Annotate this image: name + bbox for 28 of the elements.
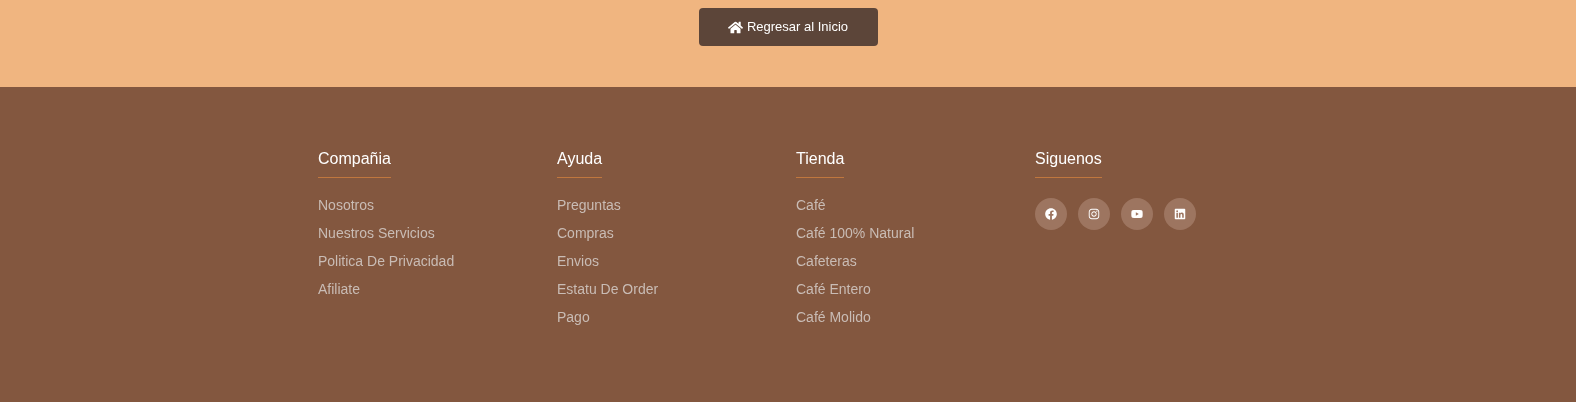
- footer-link[interactable]: Preguntas: [557, 196, 621, 214]
- home-button[interactable]: Regresar al Inicio: [698, 8, 878, 46]
- footer-link[interactable]: Café: [796, 196, 826, 214]
- social-button[interactable]: [1121, 198, 1153, 230]
- social-button[interactable]: [1078, 198, 1110, 230]
- column-heading: Compañia: [318, 149, 391, 178]
- footer-link[interactable]: Nuestros Servicios: [318, 224, 435, 242]
- instagram-icon: [1088, 208, 1100, 220]
- column-heading: Siguenos: [1035, 149, 1102, 178]
- footer-link[interactable]: Nosotros: [318, 196, 375, 214]
- column-heading: Ayuda: [557, 149, 603, 178]
- footer-link[interactable]: Café 100% Natural: [796, 224, 915, 242]
- home-icon: [727, 19, 743, 35]
- footer-link[interactable]: Estatu De Order: [557, 280, 659, 298]
- footer-link[interactable]: Pago: [557, 308, 590, 326]
- footer-link[interactable]: Afiliate: [318, 280, 361, 298]
- footer-link[interactable]: Café Entero: [796, 280, 871, 298]
- linkedin-icon: [1174, 208, 1186, 220]
- column-heading: Tienda: [796, 149, 845, 178]
- footer-link[interactable]: Envios: [557, 252, 600, 270]
- facebook-icon: [1045, 208, 1057, 220]
- social-button[interactable]: [1035, 198, 1067, 230]
- footer-link[interactable]: Compras: [557, 224, 614, 242]
- footer-link[interactable]: Cafeteras: [796, 252, 857, 270]
- youtube-icon: [1131, 208, 1143, 220]
- footer-link[interactable]: Café Molido: [796, 308, 871, 326]
- social-button[interactable]: [1164, 198, 1196, 230]
- footer-link[interactable]: Politica De Privacidad: [318, 252, 455, 270]
